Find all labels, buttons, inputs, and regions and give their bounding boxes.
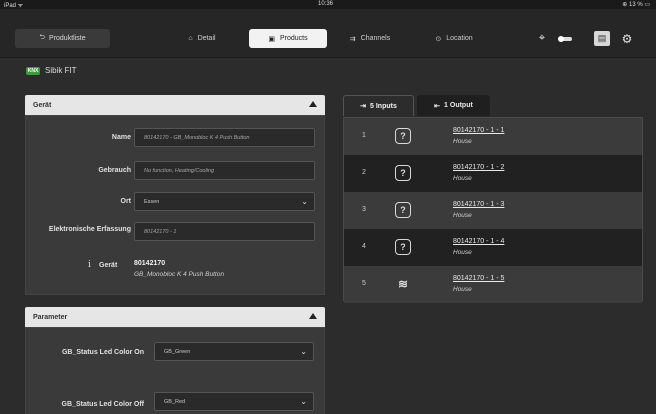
- document-icon[interactable]: ▤: [594, 31, 610, 46]
- device-code: 80142170: [134, 260, 166, 267]
- chevron-down-icon: ⌄: [300, 397, 307, 406]
- status-led-on-value: GB_Green: [164, 348, 191, 355]
- gears-icon[interactable]: ⚙: [619, 31, 635, 46]
- home-icon: ⌂: [188, 35, 193, 42]
- top-navbar: ⮌ Produktliste ⌂ Detail ▣ Products ⇉ Cha…: [0, 9, 656, 58]
- channel-name-link[interactable]: 80142170 - 1 - 3: [453, 201, 504, 208]
- tab-channels-label: Channels: [360, 35, 391, 42]
- channels-icon: ⇉: [349, 35, 356, 43]
- clock: 10:36: [318, 1, 334, 7]
- parameter-panel-title: Parameter: [33, 313, 68, 321]
- geraet-panel-title: Gerät: [33, 101, 52, 109]
- ort-select-value: Essen: [144, 198, 160, 205]
- output-arrow-icon: ⇤: [434, 102, 441, 110]
- channel-name-link[interactable]: 80142170 - 1 - 5: [453, 275, 504, 282]
- toggle-icon[interactable]: [557, 31, 573, 46]
- location-pin-icon: ⊙: [435, 35, 442, 43]
- tab-detail[interactable]: ⌂ Detail: [167, 29, 237, 48]
- back-arrow-icon: ⮌: [39, 34, 46, 41]
- channel-location: House: [453, 249, 472, 256]
- status-led-off-select[interactable]: GB_Red ⌄: [154, 392, 314, 411]
- device-model-name: GB_Monobloc K 4 Push Button: [134, 271, 224, 278]
- channel-number: 3: [362, 206, 366, 213]
- status-led-off-value: GB_Red: [164, 398, 186, 405]
- channel-number: 5: [362, 280, 366, 287]
- channel-location: House: [453, 175, 472, 182]
- status-led-on-select[interactable]: GB_Green ⌄: [154, 342, 314, 361]
- ort-label: Ort: [120, 198, 132, 205]
- name-field[interactable]: 80142170 - GB_Monobloc K 4 Push Button: [134, 128, 315, 147]
- question-icon: ?: [395, 239, 411, 255]
- tab-location[interactable]: ⊙ Location: [416, 29, 492, 48]
- channel-name-link[interactable]: 80142170 - 1 - 1: [453, 127, 504, 134]
- elektronische-erfassung-field[interactable]: 80142170 - 1: [134, 222, 315, 241]
- channel-location: House: [453, 212, 472, 219]
- tab-outputs-label: 1 Output: [444, 102, 473, 109]
- tab-outputs[interactable]: ⇤ 1 Output: [417, 95, 490, 116]
- device-title: KNX Sibik FIT: [26, 66, 77, 75]
- elektronische-erfassung-label: Elektronische Erfassung: [48, 226, 131, 233]
- device-title-text: Sibik FIT: [45, 66, 77, 75]
- tab-products[interactable]: ▣ Products: [249, 29, 327, 48]
- device-name: iPad ᯤ: [4, 3, 24, 9]
- geraet-panel-body: Name 80142170 - GB_Monobloc K 4 Push But…: [25, 115, 325, 295]
- question-icon: ?: [395, 128, 411, 144]
- channel-number: 2: [362, 169, 366, 176]
- channel-list: 1 ? 80142170 - 1 - 1 House 2 ? 80142170 …: [343, 117, 643, 303]
- crosshair-icon[interactable]: ⌖: [534, 31, 550, 46]
- box-icon: ▣: [268, 35, 275, 43]
- tab-inputs[interactable]: ⇥ 5 Inputs: [343, 95, 414, 116]
- tab-inputs-label: 5 Inputs: [370, 102, 397, 110]
- parameter-label: GB_Status Led Color Off: [61, 401, 144, 408]
- channel-location: House: [453, 138, 472, 145]
- channel-row[interactable]: 3 ? 80142170 - 1 - 3 House: [344, 192, 642, 229]
- back-button-label: Produktliste: [49, 35, 86, 42]
- collapse-caret-icon[interactable]: [309, 101, 317, 107]
- question-icon: ?: [395, 202, 411, 218]
- chevron-down-icon: ⌄: [300, 347, 307, 356]
- name-label: Name: [111, 134, 131, 141]
- knx-logo: KNX: [26, 66, 40, 75]
- tab-location-label: Location: [446, 35, 473, 42]
- battery-indicator: ⊕ 13 % ▭: [622, 2, 650, 8]
- info-geraet-label: Gerät: [99, 262, 118, 269]
- info-icon: i: [88, 260, 91, 270]
- channel-name-link[interactable]: 80142170 - 1 - 2: [453, 164, 504, 171]
- heating-wave-icon: ≋: [397, 277, 409, 291]
- tab-products-label: Products: [280, 35, 308, 42]
- channel-row[interactable]: 5 ≋ 80142170 - 1 - 5 House: [344, 266, 642, 303]
- gebrauch-field[interactable]: No function, Heating/Cooling: [134, 161, 315, 180]
- parameter-label: GB_Status Led Color On: [61, 349, 144, 356]
- geraet-panel-header[interactable]: Gerät: [25, 95, 325, 115]
- gebrauch-label: Gebrauch: [98, 167, 131, 174]
- input-arrow-icon: ⇥: [360, 103, 367, 110]
- channel-name-link[interactable]: 80142170 - 1 - 4: [453, 238, 504, 245]
- channel-row[interactable]: 2 ? 80142170 - 1 - 2 House: [344, 155, 642, 192]
- channel-number: 4: [362, 243, 366, 250]
- channel-number: 1: [362, 132, 366, 139]
- parameter-panel-body: GB_Status Led Color On GB_Green ⌄ GB_Sta…: [25, 327, 325, 414]
- tab-channels[interactable]: ⇉ Channels: [335, 29, 405, 48]
- channel-location: House: [453, 286, 472, 293]
- parameter-panel-header[interactable]: Parameter: [25, 307, 325, 327]
- chevron-down-icon: ⌄: [301, 197, 308, 206]
- channel-row[interactable]: 1 ? 80142170 - 1 - 1 House: [344, 118, 642, 155]
- channel-row[interactable]: 4 ? 80142170 - 1 - 4 House: [344, 229, 642, 266]
- tab-detail-label: Detail: [197, 35, 216, 42]
- back-to-product-list-button[interactable]: ⮌ Produktliste: [15, 29, 110, 48]
- question-icon: ?: [395, 165, 411, 181]
- ort-select[interactable]: Essen ⌄: [134, 192, 315, 211]
- status-bar: iPad ᯤ 10:36 ⊕ 13 % ▭: [0, 0, 656, 9]
- collapse-caret-icon[interactable]: [309, 313, 317, 319]
